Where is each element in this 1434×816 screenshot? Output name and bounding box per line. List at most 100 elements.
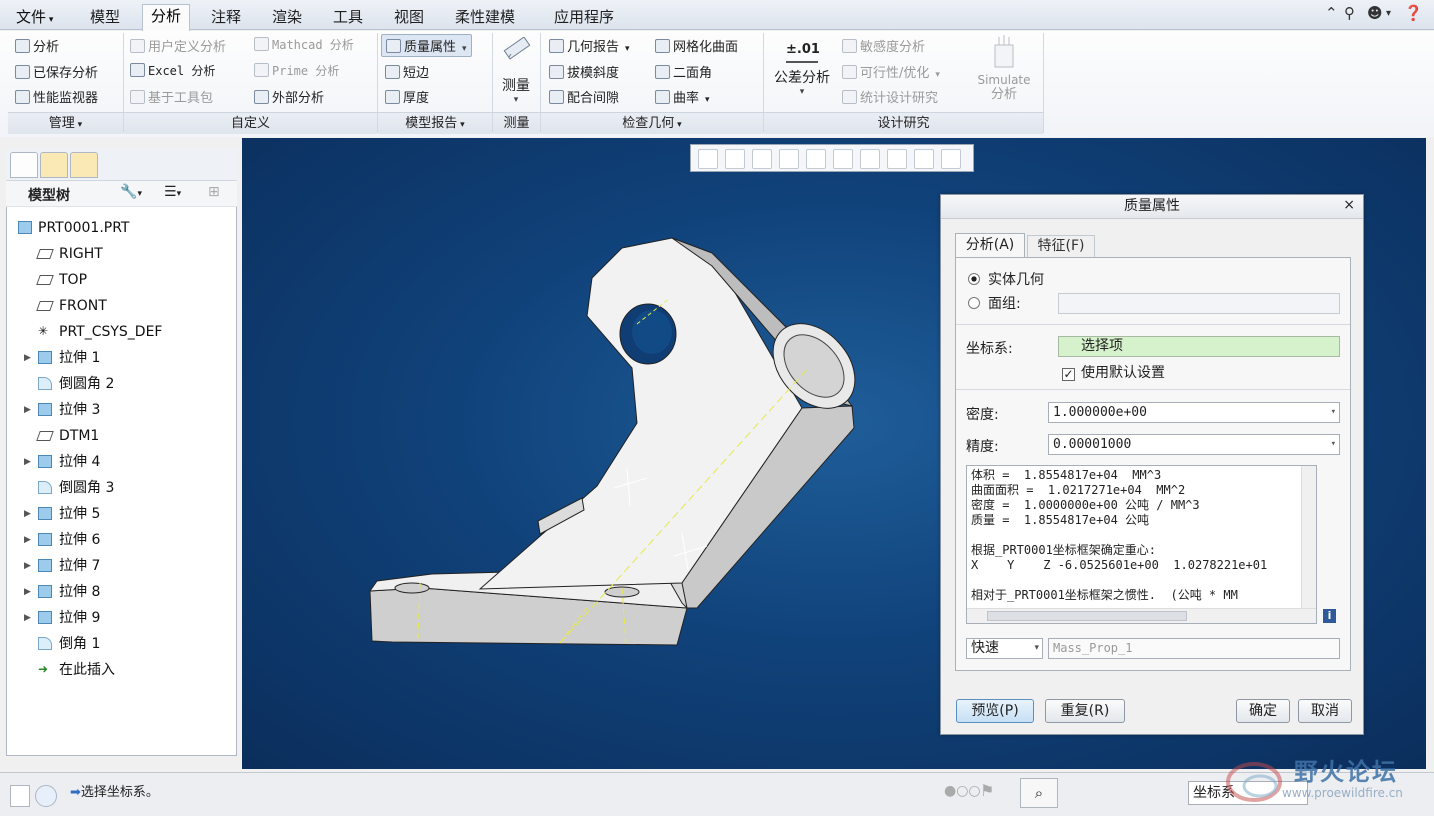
prime-analysis-button[interactable]: Prime 分析	[254, 62, 339, 79]
feasibility-button[interactable]: 可行性/优化 ▾	[842, 62, 940, 81]
expand-icon[interactable]: ▶	[24, 502, 31, 526]
folder-browser-tab-icon[interactable]	[40, 152, 68, 178]
tree-item[interactable]: ▶ 拉伸 5	[18, 502, 100, 526]
tab-annotate[interactable]: 注释	[203, 6, 249, 30]
results-textarea[interactable]: 体积 = 1.8554817e+04 MM^3 曲面面积 = 1.0217271e…	[966, 465, 1317, 624]
favorites-tab-icon[interactable]	[70, 152, 98, 178]
tab-view[interactable]: 视图	[386, 6, 432, 30]
annotation-display-icon[interactable]	[914, 149, 934, 169]
preview-button[interactable]: 预览(P)	[956, 699, 1034, 723]
tree-item[interactable]: DTM1	[18, 424, 99, 448]
tree-item[interactable]: FRONT	[18, 294, 107, 318]
analysis-button[interactable]: 分析	[15, 36, 59, 55]
expand-icon[interactable]: ▶	[24, 450, 31, 474]
csys-collector[interactable]: 选择项	[1058, 336, 1340, 357]
find-icon[interactable]: ⌕	[1020, 778, 1058, 808]
dihedral-angle-button[interactable]: 二面角	[655, 62, 712, 81]
performance-monitor-button[interactable]: 性能监视器	[15, 87, 98, 106]
info-icon[interactable]: i	[1323, 609, 1336, 623]
flag-icon[interactable]: ⚑	[980, 781, 994, 800]
toggle-navigator-icon[interactable]	[10, 785, 30, 807]
quilt-field[interactable]	[1058, 293, 1340, 314]
saved-orientations-icon[interactable]	[833, 149, 853, 169]
draft-button[interactable]: 拔模斜度	[549, 62, 619, 81]
thickness-button[interactable]: 厚度	[385, 87, 429, 106]
display-style-icon[interactable]	[806, 149, 826, 169]
tab-analysis[interactable]: 分析	[142, 4, 191, 31]
expand-icon[interactable]: ▶	[24, 528, 31, 552]
sensitivity-analysis-button[interactable]: 敏感度分析	[842, 36, 925, 55]
tree-item[interactable]: RIGHT	[18, 242, 103, 266]
mathcad-analysis-button[interactable]: Mathcad 分析	[254, 36, 354, 53]
tab-model[interactable]: 模型	[82, 6, 128, 30]
results-vscrollbar[interactable]	[1301, 466, 1316, 608]
short-edge-button[interactable]: 短边	[385, 62, 429, 81]
chevron-down-icon[interactable]: ▾	[1331, 435, 1336, 454]
tree-item[interactable]: ✳ PRT_CSYS_DEF	[18, 320, 162, 344]
search-icon[interactable]: ⚲	[1344, 4, 1355, 22]
tree-item[interactable]: TOP	[18, 268, 87, 292]
tree-item[interactable]: ▶ 拉伸 7	[18, 554, 100, 578]
ok-button[interactable]: 确定	[1236, 699, 1290, 723]
saved-analysis-button[interactable]: 已保存分析	[15, 62, 98, 81]
refit-icon[interactable]	[698, 149, 718, 169]
expand-icon[interactable]: ▶	[24, 398, 31, 422]
group-inspect-geometry[interactable]: 检查几何 ▾	[541, 112, 763, 134]
tree-item[interactable]: 倒圆角 2	[18, 372, 114, 396]
tree-item[interactable]: ▶ 拉伸 6	[18, 528, 100, 552]
dialog-titlebar[interactable]: 质量属性 ×	[941, 195, 1363, 219]
zoom-out-icon[interactable]	[752, 149, 772, 169]
repaint-icon[interactable]	[779, 149, 799, 169]
tab-render[interactable]: 渲染	[264, 6, 310, 30]
expand-icon[interactable]: ▶	[24, 580, 31, 604]
tab-applications[interactable]: 应用程序	[546, 6, 622, 30]
model-tree-tab-icon[interactable]	[10, 152, 38, 178]
expand-icon[interactable]: ▶	[24, 606, 31, 630]
tree-item[interactable]: ➜ 在此插入	[18, 658, 115, 682]
use-default-checkbox[interactable]: ✓ 使用默认设置	[1062, 362, 1165, 382]
quilt-radio[interactable]: 面组:	[968, 293, 1021, 313]
analysis-name-field[interactable]: Mass_Prop_1	[1048, 638, 1340, 659]
geometry-report-button[interactable]: 几何报告 ▾	[549, 36, 630, 55]
tab-flexible-modeling[interactable]: 柔性建模	[447, 6, 523, 30]
solid-geometry-radio[interactable]: 实体几何	[968, 269, 1044, 289]
statistical-study-button[interactable]: 统计设计研究	[842, 87, 938, 106]
tree-show-icon[interactable]: ☰▾	[164, 184, 181, 200]
mass-properties-button[interactable]: 质量属性 ▾	[381, 34, 472, 57]
tree-root[interactable]: PRT0001.PRT	[18, 216, 130, 240]
file-menu[interactable]: 文件 ▾	[8, 6, 61, 30]
tab-analysis-dialog[interactable]: 分析(A)	[955, 233, 1025, 257]
tree-item[interactable]: 倒角 1	[18, 632, 100, 656]
tree-item[interactable]: ▶ 拉伸 3	[18, 398, 100, 422]
group-model-report[interactable]: 模型报告 ▾	[378, 112, 492, 134]
cancel-button[interactable]: 取消	[1298, 699, 1352, 723]
simulate-button[interactable]: Simulate 分析	[968, 35, 1040, 109]
accuracy-field[interactable]: 0.00001000 ▾	[1048, 434, 1340, 455]
external-analysis-button[interactable]: 外部分析	[254, 87, 324, 106]
tree-item[interactable]: ▶ 拉伸 1	[18, 346, 100, 370]
group-manage[interactable]: 管理 ▾	[8, 112, 123, 134]
tree-item[interactable]: ▶ 拉伸 9	[18, 606, 100, 630]
zoom-in-icon[interactable]	[725, 149, 745, 169]
browser-icon[interactable]	[35, 785, 57, 807]
toolkit-button[interactable]: 基于工具包	[130, 87, 213, 106]
view-manager-icon[interactable]	[860, 149, 880, 169]
udf-analysis-button[interactable]: 用户定义分析	[130, 36, 226, 55]
help-icon[interactable]: ❓	[1404, 4, 1423, 22]
density-field[interactable]: 1.000000e+00 ▾	[1048, 402, 1340, 423]
chevron-up-icon[interactable]: ⌃	[1325, 4, 1338, 22]
datum-display-icon[interactable]	[887, 149, 907, 169]
expand-icon[interactable]: ▶	[24, 346, 31, 370]
mesh-surface-button[interactable]: 网格化曲面	[655, 36, 738, 55]
spin-center-icon[interactable]	[941, 149, 961, 169]
tolerance-analysis-button[interactable]: ±.01 公差分析 ▾	[769, 37, 835, 109]
measure-button[interactable]: 测量 ▾	[497, 36, 535, 109]
excel-analysis-button[interactable]: Excel 分析	[130, 62, 215, 79]
tree-settings-icon[interactable]: 🔧▾	[120, 184, 142, 200]
clearance-button[interactable]: 配合间隙	[549, 87, 619, 106]
mode-select[interactable]: 快速 ▾	[966, 638, 1043, 659]
chevron-down-icon[interactable]: ▾	[1331, 403, 1336, 422]
tree-item[interactable]: ▶ 拉伸 8	[18, 580, 100, 604]
expand-icon[interactable]: ▶	[24, 554, 31, 578]
tab-feature-dialog[interactable]: 特征(F)	[1027, 235, 1095, 257]
